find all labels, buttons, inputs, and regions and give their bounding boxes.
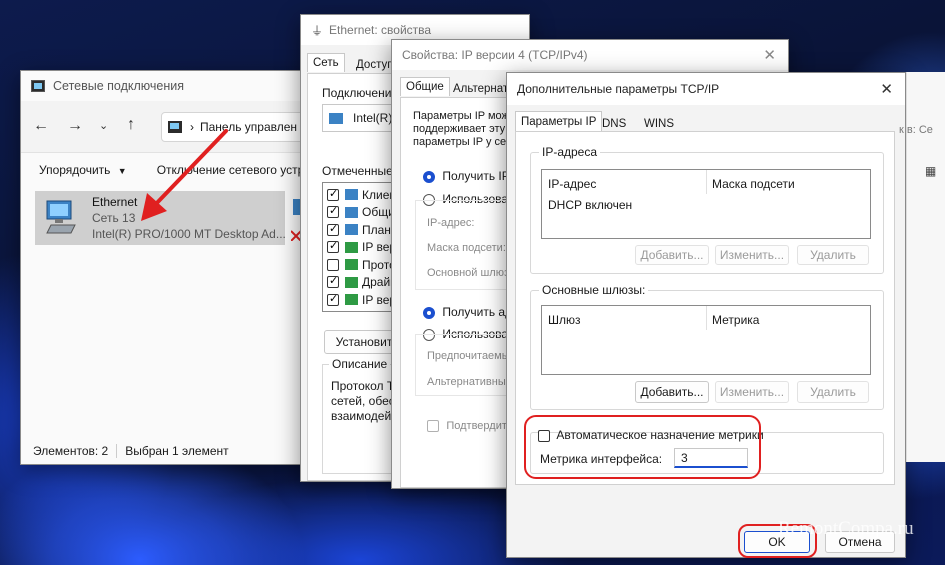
window-title: Сетевые подключения: [53, 79, 185, 93]
connect-using-label: Подключение: [322, 86, 399, 100]
description-line: взаимодей: [331, 409, 392, 423]
component-icon: [345, 189, 358, 201]
table-row[interactable]: DHCP включен: [548, 198, 632, 212]
ip-address-label: IP-адрес:: [427, 217, 475, 229]
ip-addresses-legend: IP-адреса: [539, 145, 601, 159]
component-icon: [345, 224, 358, 236]
delete-label: Удалить: [810, 248, 856, 262]
status-divider: [116, 444, 118, 458]
subnet-mask-label: Маска подсети:: [427, 242, 506, 254]
component-checkbox[interactable]: [327, 222, 339, 236]
description-legend: Описание: [329, 357, 391, 371]
edit-gateway-button[interactable]: Изменить...: [715, 381, 789, 403]
delete-gateway-button[interactable]: Удалить: [797, 381, 869, 403]
component-icon: [345, 241, 358, 253]
edit-label: Изменить...: [719, 248, 785, 262]
back-arrow-icon[interactable]: ←: [33, 117, 49, 135]
components-label: Отмеченные к: [322, 164, 402, 178]
edit-label: Изменить...: [719, 385, 785, 399]
network-plug-icon: ⏚: [311, 23, 324, 38]
search-fragment: к в: Се: [899, 124, 933, 136]
component-checkbox[interactable]: [327, 239, 339, 254]
delete-label: Удалить: [810, 385, 856, 399]
intro-text: Параметры IP мож поддерживает эту параме…: [413, 110, 509, 149]
forward-arrow-icon[interactable]: →: [67, 117, 83, 135]
component-checkbox[interactable]: [327, 204, 339, 219]
radio-selected: [423, 170, 435, 183]
add-gateway-button[interactable]: Добавить...: [635, 381, 709, 403]
add-label: Добавить...: [640, 248, 704, 262]
metric-highlight-ring: [524, 415, 761, 479]
network-folder-icon: [31, 80, 45, 92]
description-line: сетей, обес: [331, 394, 395, 408]
edit-ip-button[interactable]: Изменить...: [715, 245, 789, 265]
component-checkbox[interactable]: [327, 187, 339, 201]
advanced-tcpip-window: Дополнительные параметры TCP/IP ✕ Параме…: [506, 72, 906, 558]
component-icon: [345, 276, 358, 288]
delete-ip-button[interactable]: Удалить: [797, 245, 869, 265]
adapter-icon: [329, 112, 343, 124]
intro-line: параметры IP у се: [413, 136, 507, 148]
component-icon: [345, 294, 358, 306]
column-divider: [706, 170, 707, 194]
tab-ip-settings[interactable]: Параметры IP: [515, 111, 603, 132]
component-checkbox[interactable]: [327, 274, 339, 289]
gateways-list[interactable]: Шлюз Метрика: [541, 305, 871, 375]
ip-addresses-list[interactable]: IP-адрес Маска подсети DHCP включен: [541, 169, 871, 239]
tab-network[interactable]: Сеть: [307, 53, 345, 72]
description-text: Протокол Т сетей, обес взаимодей: [331, 379, 395, 424]
confirm-label: Подтвердит: [446, 420, 507, 432]
background-window-edge: к в: Се ▦: [899, 72, 945, 462]
column-metric: Метрика: [712, 313, 760, 327]
caret-down-icon: ▼: [117, 166, 127, 176]
component-icon: [345, 206, 358, 218]
window-title: Свойства: IP версии 4 (TCP/IPv4): [402, 48, 588, 62]
gateways-group: Основные шлюзы: Шлюз Метрика Добавить...…: [530, 283, 884, 410]
item-count: Элементов: 2: [33, 444, 109, 458]
radio-selected: [423, 306, 435, 319]
auto-ip-label: Получить IP-: [442, 169, 514, 183]
organize-label: Упорядочить: [39, 163, 111, 177]
column-gateway: Шлюз: [548, 313, 581, 327]
alternate-dns-label: Альтернативны: [427, 376, 506, 388]
install-label: Установит: [335, 335, 393, 349]
add-ip-button[interactable]: Добавить...: [635, 245, 709, 265]
auto-ip-option[interactable]: Получить IP-: [423, 169, 514, 183]
column-divider: [706, 306, 707, 330]
network-adapter-icon: [41, 197, 81, 237]
selected-count: Выбран 1 элемент: [125, 444, 229, 458]
intro-line: поддерживает эту: [413, 123, 506, 135]
gateways-legend: Основные шлюзы:: [539, 283, 649, 297]
recent-chevron-icon[interactable]: ⌄: [99, 119, 108, 132]
ip-addresses-group: IP-адреса IP-адрес Маска подсети DHCP вк…: [530, 145, 884, 274]
view-grid-icon[interactable]: ▦: [925, 164, 936, 178]
checkbox: [427, 419, 439, 432]
column-ip-address: IP-адрес: [548, 177, 597, 191]
component-checkbox[interactable]: [327, 292, 339, 306]
watermark: RemontCompa.ru: [778, 518, 914, 539]
tab-general[interactable]: Общие: [400, 77, 450, 96]
description-line: Протокол Т: [331, 379, 395, 393]
auto-dns-option[interactable]: Получить адр: [423, 305, 519, 319]
component-icon: [345, 259, 358, 271]
tab-alternate[interactable]: Альтернат: [448, 80, 513, 98]
preferred-dns-label: Предпочитаемы: [427, 350, 510, 362]
close-icon[interactable]: ✕: [763, 46, 776, 64]
close-icon[interactable]: ✕: [880, 80, 893, 98]
connection-network: Сеть 13: [92, 211, 136, 225]
column-subnet-mask: Маска подсети: [712, 177, 795, 191]
window-title: Ethernet: свойства: [329, 23, 432, 37]
confirm-option[interactable]: Подтвердит: [427, 418, 507, 432]
red-pointer-arrow: [141, 129, 228, 221]
add-label: Добавить...: [640, 385, 704, 399]
intro-line: Параметры IP мож: [413, 110, 509, 122]
component-checkbox[interactable]: [327, 258, 339, 271]
component-label: Общи: [362, 205, 395, 220]
window-title: Дополнительные параметры TCP/IP: [517, 82, 720, 96]
organize-button[interactable]: Упорядочить ▼: [39, 163, 127, 177]
default-gateway-label: Основной шлюз: [427, 267, 510, 279]
